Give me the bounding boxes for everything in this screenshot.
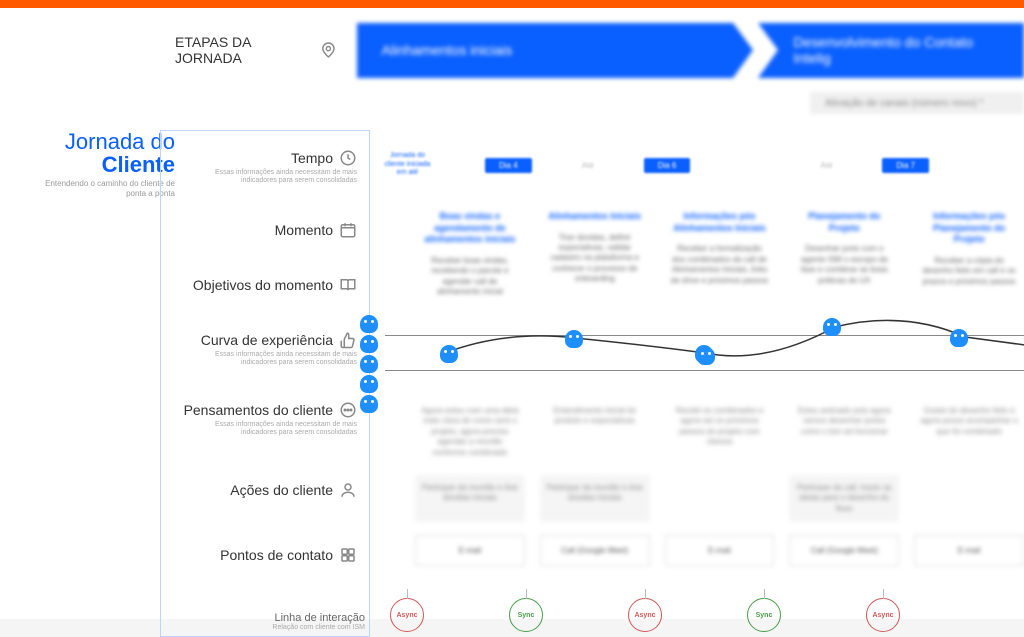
calendar-icon [339,221,357,239]
touchpoint-card: E-mail [665,535,775,566]
row-pontos: Pontos de contato [220,546,357,564]
sync-badge: Async [390,598,424,632]
experience-curve [365,315,1024,395]
face-icon [360,375,378,393]
moment-card: Informações pós Planejamento do ProjetoR… [914,205,1024,302]
time-chip-1: Dia 4 [485,158,532,173]
curve-point [440,345,458,363]
actions-row: Participar da reunião e tirar dúvidas in… [415,475,1024,522]
location-pin-icon [320,41,337,59]
action-card: Participar da call, trazer as ideias par… [789,475,899,522]
thought-card: Entendimento inicial do produto e expect… [540,398,650,466]
row-labels-column: Tempo Essas informações ainda necessitam… [160,130,370,637]
action-card: Participar da reunião e tirar dúvidas in… [540,475,650,522]
curve-point [950,329,968,347]
thought-card: Estou animado pois agora vamos desenhar … [789,398,899,466]
row-curva: Curva de experiência Essas informações a… [187,331,357,368]
stage-desenvolvimento[interactable]: Desenvolvimento do Contato Intelig [758,23,1024,78]
time-row: Jornada do cliente iniciada em até Dia 4… [380,150,1024,180]
page-title: Jornada do Cliente Entendendo o caminho … [30,130,175,198]
journey-content: Jornada do cliente iniciada em até Dia 4… [380,130,1024,637]
row-momento: Momento [275,221,357,239]
face-icon [360,315,378,333]
curve-legend [360,315,378,413]
row-acoes: Ações do cliente [230,481,357,499]
thought-card: Agora estou com uma ideia mais clara de … [415,398,525,466]
face-icon [360,335,378,353]
stages-header: ETAPAS DA JORNADA Alinhamentos iniciais … [175,20,1024,80]
stages-title: ETAPAS DA JORNADA [175,34,312,66]
thought-card: Recebi os combinados e agora sei os próx… [665,398,775,466]
title-subtitle: Entendendo o caminho do cliente de ponta… [30,179,175,198]
top-orange-bar [0,0,1024,8]
sync-async-row: Async Sync Async Sync Async [390,598,1024,632]
moment-card: Alinhamentos IniciaisTirar dúvidas, defi… [540,205,650,302]
moment-card: Planejamento do ProjetoDesenhar junto co… [789,205,899,302]
moments-row: Boas vindas e agendamento de alinhamento… [415,205,1024,302]
moment-card: Informações pós Alinhamentos IniciaisRec… [665,205,775,302]
face-icon [360,355,378,373]
speech-bubble-icon [339,401,357,419]
moment-card: Boas vindas e agendamento de alinhamento… [415,205,525,302]
curve-point [823,318,841,336]
thought-card: Gostei do desenho feito e agora posso ac… [914,398,1024,466]
sync-badge: Sync [747,598,781,632]
time-chip-3: Dia 7 [882,158,929,173]
row-objetivos: Objetivos do momento [193,276,357,294]
touchpoint-card: Call (Google Meet) [789,535,899,566]
stage-alinhamentos[interactable]: Alinhamentos iniciais [357,23,734,78]
substage-bar: Ativação de canais (número novo) * [810,92,1024,114]
face-icon [360,395,378,413]
thumbs-up-icon [339,331,357,349]
time-chip-2: Dia 6 [644,158,691,173]
action-card: Participar da reunião e tirar dúvidas in… [415,475,525,522]
curve-point [697,347,715,365]
touchpoint-card: E-mail [415,535,525,566]
row-pensamentos: Pensamentos do cliente Essas informações… [184,401,357,438]
clock-icon [339,149,357,167]
title-line-2: Cliente [30,153,175,176]
curve-point [565,330,583,348]
grid-icon [339,546,357,564]
interaction-line-label: Linha de interação Relação com cliente c… [165,612,365,631]
sync-badge: Sync [509,598,543,632]
touchpoint-card: Call (Google Meet) [540,535,650,566]
sync-badge: Async [628,598,662,632]
person-icon [339,481,357,499]
time-intro: Jornada do cliente iniciada em até [380,152,435,177]
touchpoint-card: E-mail [914,535,1024,566]
row-tempo: Tempo Essas informações ainda necessitam… [187,149,357,186]
book-icon [339,276,357,294]
sync-badge: Async [866,598,900,632]
touchpoints-row: E-mail Call (Google Meet) E-mail Call (G… [415,535,1024,566]
thoughts-row: Agora estou com uma ideia mais clara de … [415,398,1024,466]
title-line-1: Jornada do [30,130,175,153]
